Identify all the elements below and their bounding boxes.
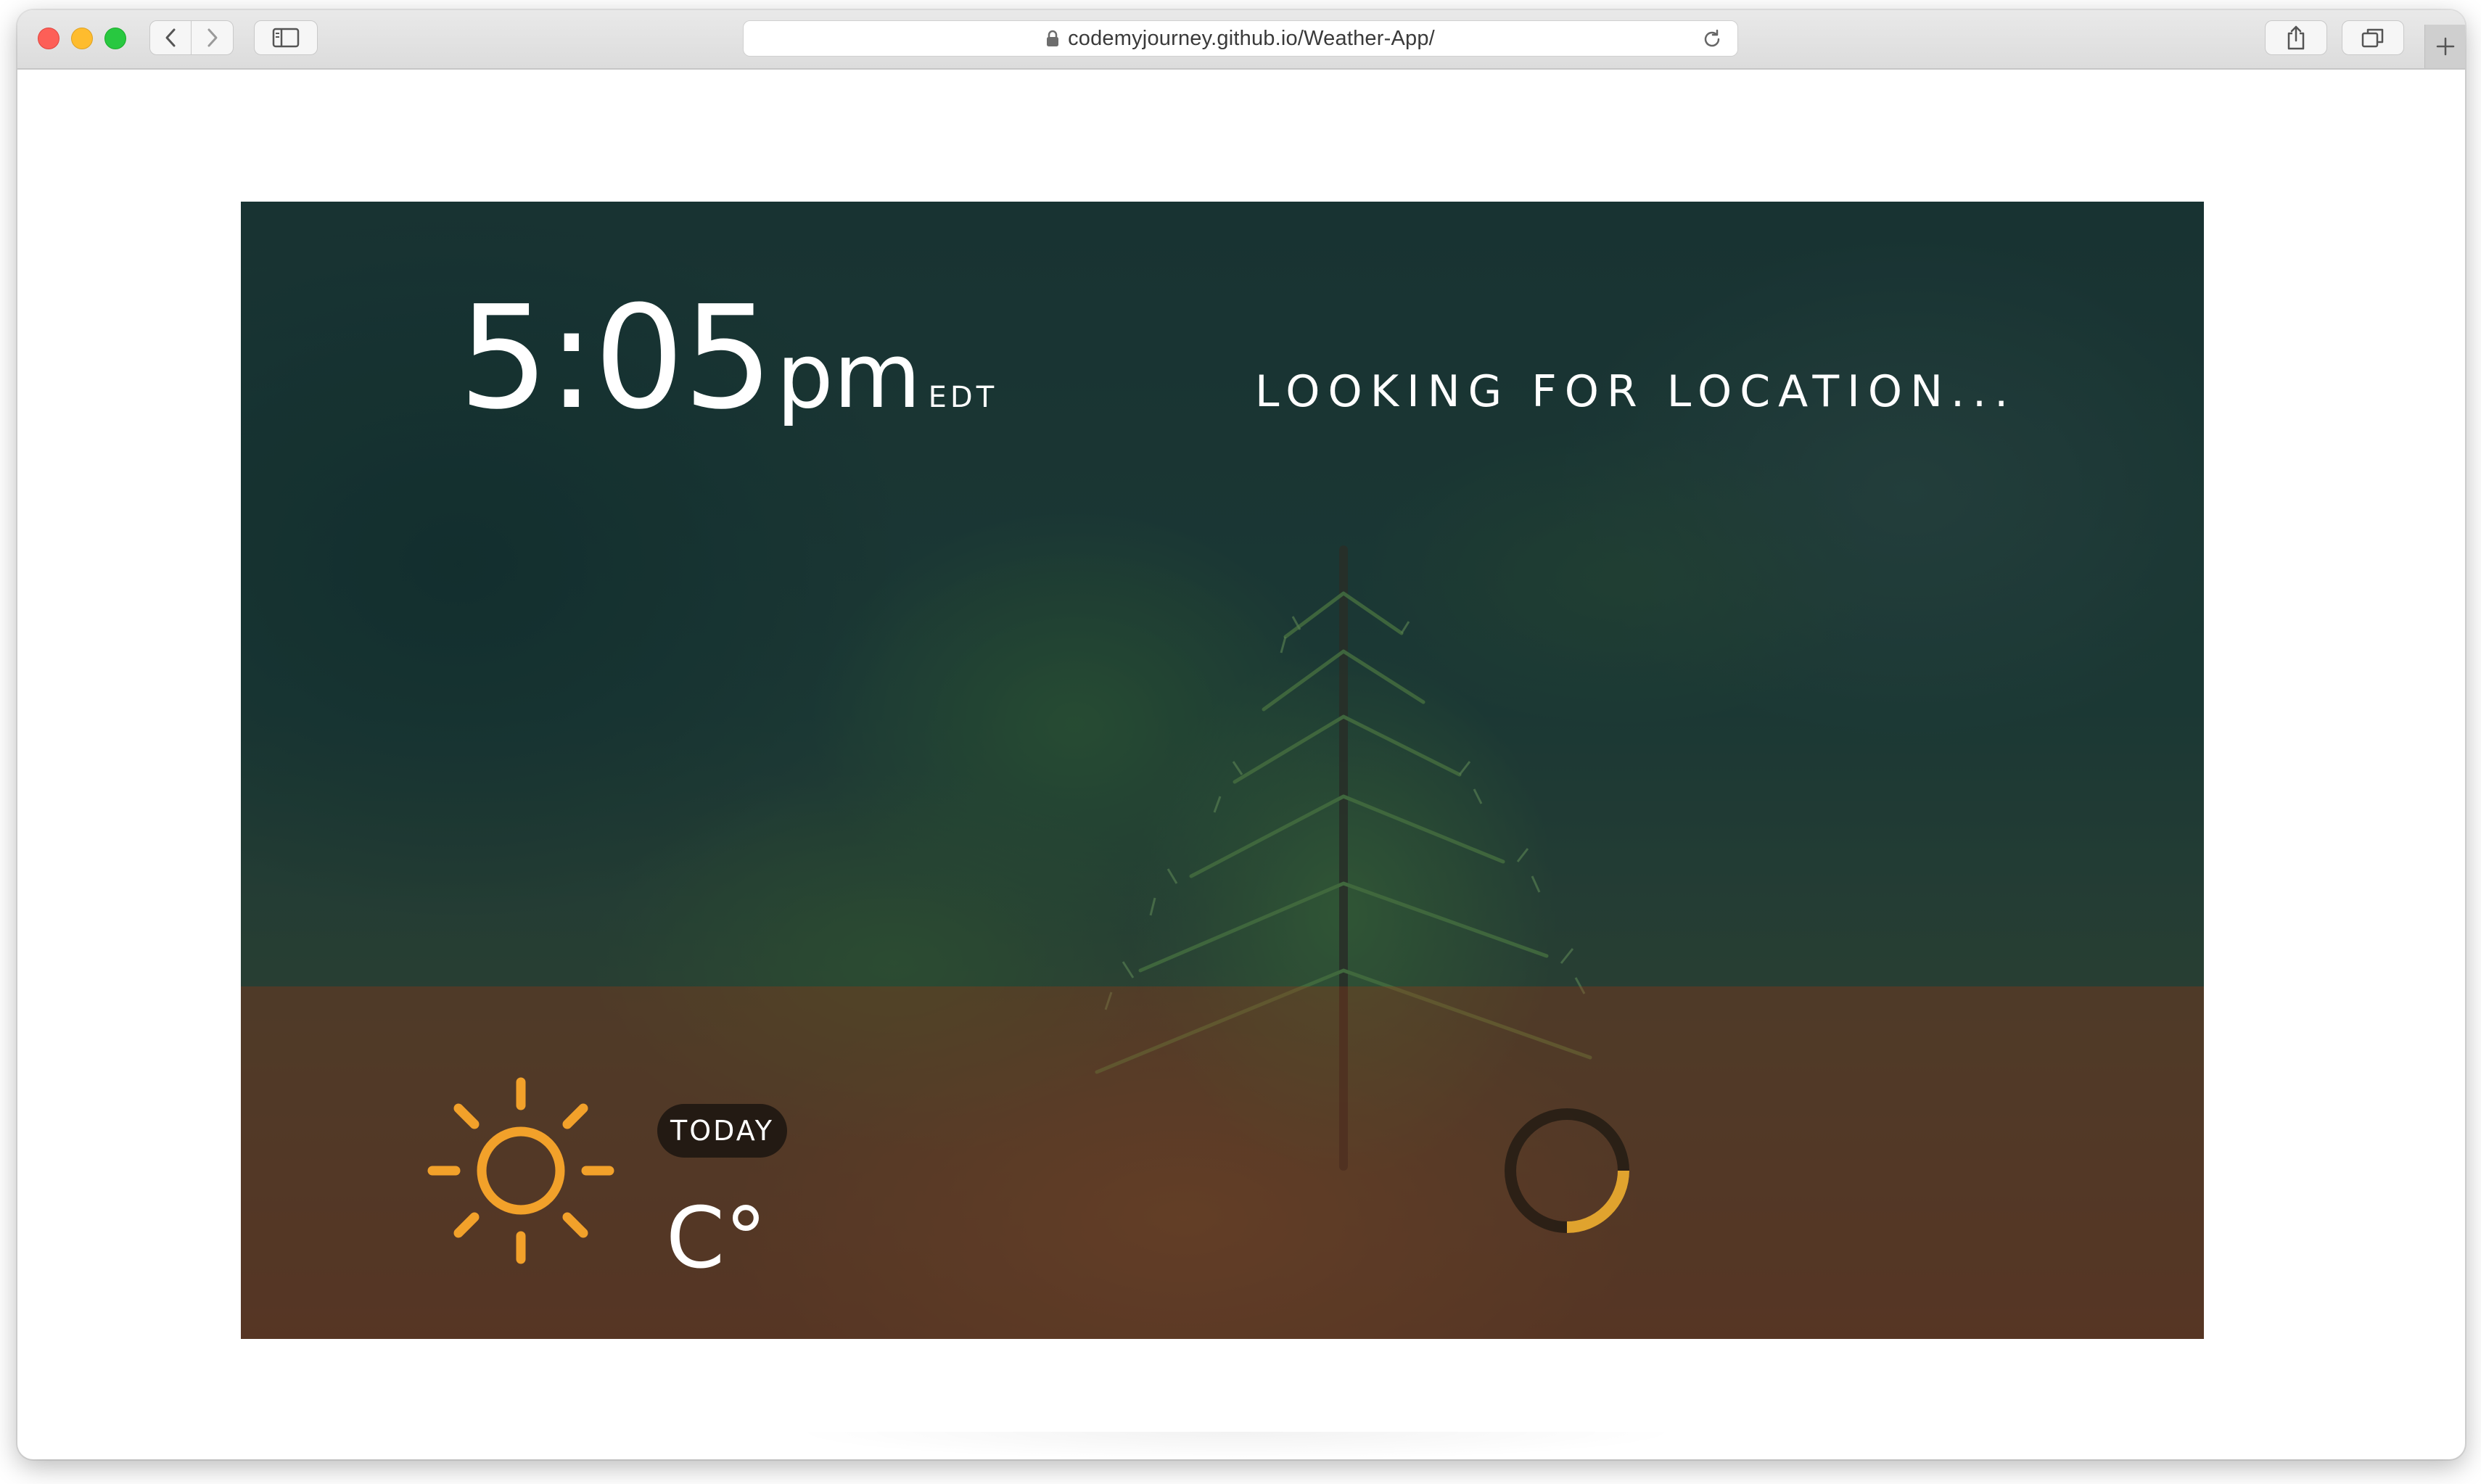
new-tab-button[interactable] [2424,25,2465,68]
chevron-left-icon [165,28,176,47]
clock: 5:05pm EDT [458,287,997,429]
address-bar[interactable]: codemyjourney.github.io/Weather-App/ [743,20,1738,57]
reload-icon[interactable] [1701,28,1723,50]
lock-icon [1047,30,1059,46]
chevron-right-icon [207,28,217,47]
day-label: TODAY [657,1104,787,1158]
sidebar-icon [272,28,300,48]
clock-time: 5:05 [458,276,773,441]
location-text: LOOKING FOR LOCATION... [1255,366,2017,417]
plus-icon [2436,37,2455,56]
tab-overview-button[interactable] [2342,20,2404,55]
loading-spinner [1505,1108,1629,1233]
share-button[interactable] [2265,20,2327,55]
url-text: codemyjourney.github.io/Weather-App/ [1068,26,1435,50]
share-icon [2287,25,2305,50]
minimize-window-button[interactable] [71,28,93,49]
address-bar-content: codemyjourney.github.io/Weather-App/ [744,21,1737,56]
zoom-window-button[interactable] [104,28,126,49]
screen: codemyjourney.github.io/Weather-App/ 5:0… [0,0,2481,1484]
sun-icon [427,1077,614,1264]
back-button[interactable] [149,20,192,55]
sidebar-toggle-button[interactable] [254,20,318,55]
temperature-value: C° [666,1190,767,1287]
clock-timezone: EDT [928,381,998,414]
weather-app: 5:05pm EDT LOOKING FOR LOCATION... TODAY … [241,202,2204,1339]
forward-button[interactable] [192,20,234,55]
page-shadow [786,1432,1686,1459]
clock-ampm: pm [776,324,921,429]
browser-toolbar: codemyjourney.github.io/Weather-App/ [17,10,2465,70]
close-window-button[interactable] [38,28,59,49]
tabs-icon [2361,28,2384,48]
day-label-text: TODAY [670,1115,774,1147]
